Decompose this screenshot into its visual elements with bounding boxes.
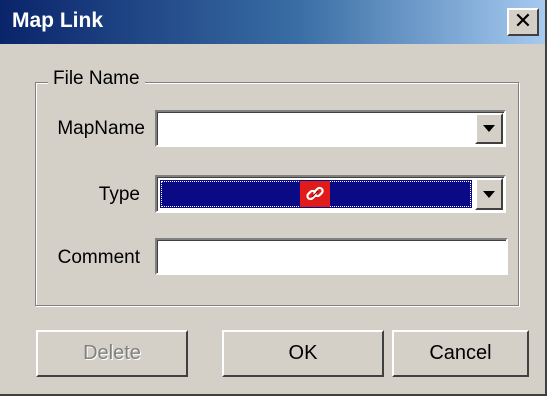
window-title: Map Link <box>12 9 104 32</box>
ok-button[interactable]: OK <box>222 330 384 377</box>
close-button[interactable]: ✕ <box>507 8 539 36</box>
map-link-dialog: Map Link ✕ File Name MapName Type Commen… <box>0 0 547 396</box>
link-icon <box>300 181 330 207</box>
type-combobox[interactable] <box>155 175 506 213</box>
chevron-down-icon <box>483 190 495 198</box>
mapname-dropdown-button[interactable] <box>475 113 503 144</box>
comment-input[interactable] <box>155 238 508 275</box>
type-selected-value[interactable] <box>160 180 472 208</box>
type-dropdown-button[interactable] <box>475 178 503 210</box>
chevron-down-icon <box>483 125 495 132</box>
title-bar[interactable]: Map Link ✕ <box>0 0 545 44</box>
mapname-label: MapName <box>57 118 145 139</box>
mapname-combobox[interactable] <box>155 110 506 147</box>
close-icon: ✕ <box>513 9 533 34</box>
group-legend: File Name <box>48 68 145 90</box>
comment-label: Comment <box>57 247 140 268</box>
cancel-button[interactable]: Cancel <box>392 330 529 377</box>
type-label: Type <box>98 184 140 205</box>
delete-button[interactable]: Delete <box>36 330 188 377</box>
